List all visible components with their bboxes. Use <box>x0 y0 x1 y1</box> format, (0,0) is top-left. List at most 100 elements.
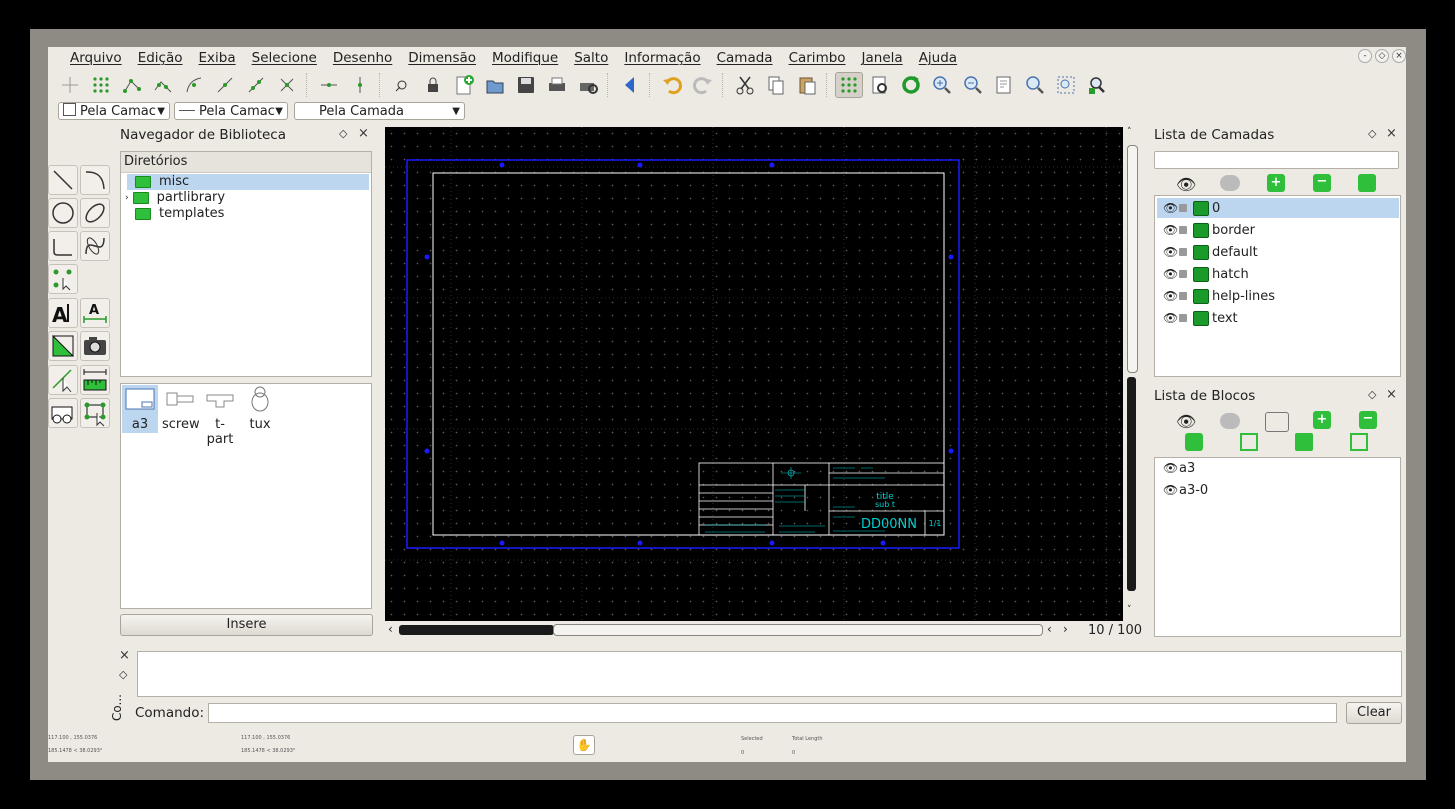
zoom-in-icon[interactable] <box>928 72 956 98</box>
print-icon[interactable] <box>543 72 571 98</box>
layer-filter-input[interactable] <box>1154 151 1399 169</box>
zoom-out-icon[interactable] <box>959 72 987 98</box>
panel-float-icon[interactable]: ◇ <box>339 127 347 140</box>
panel-close-icon[interactable]: × <box>1386 126 1397 141</box>
eye-icon[interactable]: 👁 <box>1163 311 1178 325</box>
undo-icon[interactable] <box>658 72 686 98</box>
scroll-up-icon[interactable]: ˄ <box>1127 127 1132 137</box>
eye-icon[interactable]: 👁 <box>1163 245 1178 259</box>
relative-zero-icon[interactable] <box>388 72 416 98</box>
save-block-icon[interactable] <box>1295 433 1313 451</box>
pen-linetype-select[interactable]: Pela Camada ▼ <box>294 102 465 120</box>
printer-icon[interactable] <box>1193 200 1209 216</box>
expand-arrow-icon[interactable]: › <box>125 190 129 206</box>
open-file-icon[interactable] <box>481 72 509 98</box>
minimize-button[interactable]: - <box>1358 49 1372 63</box>
maximize-button[interactable]: ◇ <box>1375 49 1389 63</box>
menu-camada[interactable]: Camada <box>717 50 773 68</box>
edit-block-icon[interactable] <box>1240 433 1258 451</box>
layer-row[interactable]: 👁 0 <box>1157 198 1399 218</box>
layer-row[interactable]: 👁 help-lines <box>1157 286 1399 306</box>
snap-on-entity-icon[interactable] <box>149 72 177 98</box>
tool-ellipse-icon[interactable] <box>80 198 110 228</box>
rename-block-icon[interactable] <box>1185 433 1203 451</box>
tree-item-misc[interactable]: misc <box>127 174 369 190</box>
remove-layer-icon[interactable]: − <box>1313 174 1331 192</box>
eye-icon[interactable]: 👁 <box>1163 289 1178 303</box>
printer-icon[interactable] <box>1193 288 1209 304</box>
remove-block-icon[interactable]: − <box>1359 411 1377 429</box>
hide-all-blocks-icon[interactable] <box>1220 413 1240 429</box>
horizontal-scroll-thumb[interactable] <box>553 624 1043 636</box>
add-layer-icon[interactable]: + <box>1267 174 1285 192</box>
block-row[interactable]: 👁 a3-0 <box>1157 480 1399 500</box>
tool-text-icon[interactable]: A <box>48 298 78 328</box>
eye-icon[interactable]: 👁 <box>1163 461 1178 475</box>
tool-spline-icon[interactable] <box>80 231 110 261</box>
tool-line-icon[interactable] <box>48 165 78 195</box>
show-all-blocks-icon[interactable]: 👁 <box>1176 412 1196 431</box>
menu-dimensao[interactable]: Dimensão <box>408 50 476 68</box>
horizontal-scrollbar[interactable]: ‹ ‹ › <box>385 622 1105 638</box>
drawing-canvas[interactable]: title sub t DD00NN 1/1 <box>385 127 1123 621</box>
menu-modifique[interactable]: Modifique <box>492 50 558 68</box>
command-input[interactable] <box>208 703 1337 723</box>
layer-row[interactable]: 👁 border <box>1157 220 1399 240</box>
print-preview-icon[interactable] <box>574 72 602 98</box>
snap-grid-icon[interactable] <box>87 72 115 98</box>
cut-icon[interactable] <box>731 72 759 98</box>
menu-janela[interactable]: Janela <box>862 50 903 68</box>
menu-edicao[interactable]: Edição <box>138 50 183 68</box>
zoom-window-icon[interactable] <box>1052 72 1080 98</box>
snap-endpoints-icon[interactable] <box>118 72 146 98</box>
menu-exiba[interactable]: Exiba <box>199 50 236 68</box>
library-item-a3[interactable]: a3 <box>122 385 158 433</box>
panel-float-icon[interactable]: ◇ <box>1368 127 1376 140</box>
zoom-previous-icon[interactable] <box>1021 72 1049 98</box>
draft-mode-icon[interactable] <box>866 72 894 98</box>
paste-icon[interactable] <box>793 72 821 98</box>
snap-middle-icon[interactable] <box>211 72 239 98</box>
library-item-t-part[interactable]: t-part <box>202 385 238 447</box>
lock-icon[interactable] <box>1179 226 1187 234</box>
layer-row[interactable]: 👁 hatch <box>1157 264 1399 284</box>
printer-icon[interactable] <box>1193 244 1209 260</box>
lock-icon[interactable] <box>1179 204 1187 212</box>
tool-block-icon[interactable] <box>48 398 78 428</box>
tree-item-templates[interactable]: templates <box>127 206 224 222</box>
command-float-icon[interactable]: ◇ <box>119 668 127 681</box>
snap-distance-icon[interactable] <box>242 72 270 98</box>
redraw-icon[interactable] <box>897 72 925 98</box>
layer-row[interactable]: 👁 text <box>1157 308 1399 328</box>
panel-float-icon[interactable]: ◇ <box>1368 388 1376 401</box>
library-item-tux[interactable]: tux <box>242 385 278 432</box>
command-close-icon[interactable]: × <box>119 648 130 663</box>
menu-carimbo[interactable]: Carimbo <box>789 50 846 68</box>
lock-icon[interactable] <box>1179 248 1187 256</box>
tool-measure-icon[interactable] <box>80 365 110 395</box>
lock-relative-zero-icon[interactable] <box>419 72 447 98</box>
new-file-icon[interactable] <box>450 72 478 98</box>
save-icon[interactable] <box>512 72 540 98</box>
lock-icon[interactable] <box>1179 314 1187 322</box>
snap-free-icon[interactable] <box>56 72 84 98</box>
printer-icon[interactable] <box>1193 222 1209 238</box>
snap-intersection-icon[interactable] <box>273 72 301 98</box>
tool-insert-icon[interactable] <box>80 398 110 428</box>
tool-select-icon[interactable] <box>48 264 78 294</box>
restrict-vertical-icon[interactable] <box>346 72 374 98</box>
vertical-scroll-thumb[interactable] <box>1127 145 1138 373</box>
lock-icon[interactable] <box>1179 292 1187 300</box>
library-item-screw[interactable]: screw <box>162 385 200 432</box>
printer-icon[interactable] <box>1193 310 1209 326</box>
tool-arc-icon[interactable] <box>80 165 110 195</box>
tool-polyline-icon[interactable] <box>48 231 78 261</box>
pen-width-select[interactable]: Pela Camac ▼ <box>174 102 288 120</box>
scroll-left-icon[interactable]: ‹ <box>388 622 393 636</box>
printer-icon[interactable] <box>1193 266 1209 282</box>
back-icon[interactable] <box>616 72 644 98</box>
restrict-horizontal-icon[interactable] <box>315 72 343 98</box>
tool-modify-icon[interactable] <box>48 365 78 395</box>
menu-desenho[interactable]: Desenho <box>333 50 392 68</box>
copy-icon[interactable] <box>762 72 790 98</box>
